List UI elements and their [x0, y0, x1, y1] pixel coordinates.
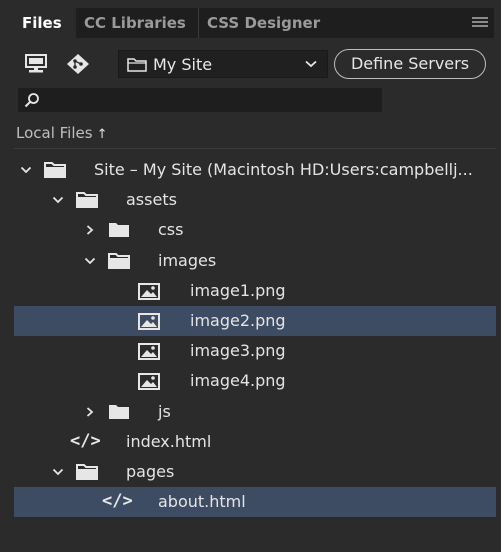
- tree-row[interactable]: image3.png: [14, 336, 496, 366]
- sort-arrow-icon[interactable]: ↑: [97, 127, 108, 142]
- tree-item-label: assets: [126, 190, 177, 210]
- code-file-icon: </>: [102, 491, 133, 512]
- tree-row[interactable]: Site – My Site (Macintosh HD:Users:campb…: [14, 155, 496, 185]
- tree-item-label: image1.png: [190, 280, 286, 300]
- tree-item-label: image3.png: [190, 341, 286, 361]
- tab-files[interactable]: Files: [14, 8, 76, 38]
- tree-item-label: images: [158, 250, 217, 270]
- folder-icon: [109, 404, 129, 419]
- tree-item-label: Site – My Site (Macintosh HD:Users:campb…: [94, 160, 473, 179]
- define-servers-button[interactable]: Define Servers: [334, 49, 486, 79]
- header-divider: [14, 148, 496, 149]
- folder-icon: [109, 223, 129, 238]
- chevron-down-icon[interactable]: [84, 256, 96, 266]
- chevron-right-icon[interactable]: [84, 225, 96, 236]
- tree-row[interactable]: js: [14, 397, 496, 427]
- tree-item-label: about.html: [158, 492, 246, 512]
- local-files-header[interactable]: Local Files ↑: [16, 124, 107, 142]
- tree-row[interactable]: images: [14, 246, 496, 276]
- panel-tab-bar: Files CC Libraries CSS Designer: [14, 8, 494, 38]
- tree-item-label: image4.png: [190, 371, 286, 391]
- chevron-right-icon[interactable]: [84, 406, 96, 417]
- chevron-down-icon[interactable]: [20, 165, 32, 175]
- file-tree: Site – My Site (Macintosh HD:Users:campb…: [14, 155, 496, 518]
- tree-row[interactable]: assets: [14, 185, 496, 215]
- tree-row[interactable]: image2.png: [14, 305, 496, 337]
- folder-icon: [76, 463, 98, 480]
- git-icon[interactable]: [66, 53, 90, 75]
- tree-row[interactable]: </> about.html: [14, 487, 496, 518]
- tree-row[interactable]: image1.png: [14, 276, 496, 306]
- site-select-value: My Site: [153, 55, 213, 74]
- tree-row[interactable]: pages: [14, 457, 496, 487]
- site-select[interactable]: My Site: [118, 50, 328, 78]
- files-toolbar: My Site Define Servers: [14, 44, 494, 84]
- folder-icon: [44, 162, 66, 178]
- image-file-icon: [138, 373, 160, 391]
- tab-cc-libraries[interactable]: CC Libraries: [76, 8, 198, 38]
- search-input[interactable]: [18, 88, 382, 112]
- tree-item-label: index.html: [126, 431, 212, 451]
- image-file-icon: [138, 343, 160, 361]
- folder-icon: [108, 252, 130, 269]
- folder-icon: [127, 58, 147, 72]
- monitor-icon[interactable]: [24, 53, 48, 75]
- folder-icon: [76, 192, 98, 209]
- files-panel: Files CC Libraries CSS Designer My Site: [0, 0, 501, 552]
- chevron-down-icon[interactable]: [52, 195, 64, 205]
- tab-css-designer[interactable]: CSS Designer: [198, 8, 334, 38]
- tree-item-label: js: [158, 401, 171, 421]
- search-icon: [24, 93, 39, 108]
- tree-item-label: pages: [126, 461, 175, 481]
- code-file-icon: </>: [70, 430, 101, 451]
- image-file-icon: [138, 282, 160, 300]
- tree-item-label: image2.png: [190, 310, 286, 330]
- tree-item-label: css: [158, 220, 184, 240]
- tree-row[interactable]: </> index.html: [14, 427, 496, 457]
- chevron-down-icon: [305, 60, 317, 68]
- tree-row[interactable]: css: [14, 215, 496, 245]
- tree-row[interactable]: image4.png: [14, 366, 496, 396]
- chevron-down-icon[interactable]: [52, 467, 64, 477]
- hamburger-icon[interactable]: [472, 17, 488, 29]
- local-files-label: Local Files: [16, 124, 93, 142]
- image-file-icon: [138, 312, 160, 330]
